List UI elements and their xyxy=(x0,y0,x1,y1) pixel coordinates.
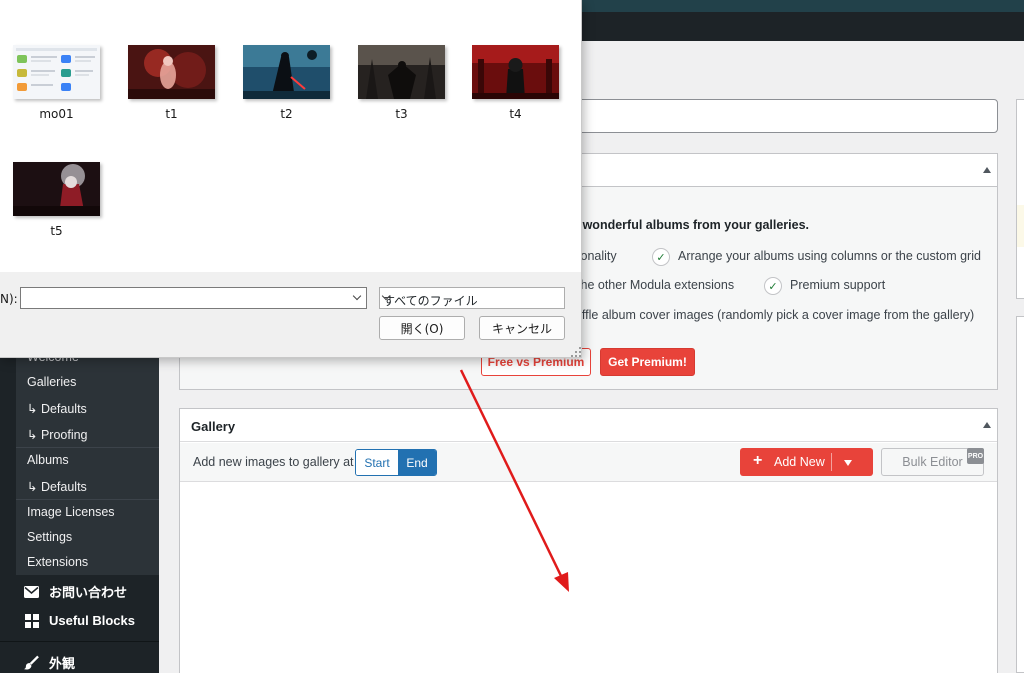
caret-down-icon[interactable] xyxy=(844,460,852,466)
gallery-panel-header: Gallery xyxy=(180,409,997,442)
bulk-editor-label: Bulk Editor xyxy=(902,455,963,469)
submenu-item-extensions[interactable]: Extensions xyxy=(27,555,88,569)
gallery-title-input[interactable] xyxy=(560,99,998,133)
notice-band xyxy=(1017,205,1024,247)
add-new-label: Add New xyxy=(774,455,825,469)
position-end-button[interactable]: End xyxy=(398,450,436,475)
submenu-item-galleries[interactable]: Galleries xyxy=(27,375,76,389)
submenu-item-settings[interactable]: Settings xyxy=(27,530,72,544)
submenu-item-album-defaults[interactable]: ↳ Defaults xyxy=(27,479,87,494)
check-icon: ✓ xyxy=(652,248,670,266)
dialog-footer xyxy=(0,272,581,357)
file-thumbnail[interactable] xyxy=(358,45,445,99)
filename-label: N): xyxy=(0,292,18,306)
menu-item-label: Useful Blocks xyxy=(49,613,135,628)
resize-grip[interactable] xyxy=(571,347,581,357)
gallery-toolbar: Add new images to gallery at Start End +… xyxy=(180,443,997,482)
cancel-button[interactable]: キャンセル xyxy=(479,316,565,340)
file-name: t2 xyxy=(280,107,293,121)
filetype-select[interactable]: すべてのファイル xyxy=(379,287,565,309)
add-new-button[interactable]: + Add New xyxy=(740,448,873,476)
publish-metabox-edge xyxy=(1016,99,1024,299)
file-name: t1 xyxy=(165,107,178,121)
submenu-item-image-licenses[interactable]: Image Licenses xyxy=(27,505,115,519)
upsell-feature: huffle album cover images (randomly pick… xyxy=(568,308,975,322)
gallery-panel-title: Gallery xyxy=(191,419,236,434)
upsell-feature: Arrange your albums using columns or the… xyxy=(678,249,981,263)
file-thumbnail[interactable] xyxy=(13,162,100,216)
file-thumbnail[interactable] xyxy=(13,45,100,99)
split-divider xyxy=(831,453,832,471)
submenu-divider xyxy=(16,499,159,500)
submenu-item-proofing[interactable]: ↳ Proofing xyxy=(27,427,88,442)
plus-icon: + xyxy=(753,452,763,469)
get-premium-button[interactable]: Get Premium! xyxy=(600,348,695,376)
upsell-heading: te wonderful albums from your galleries. xyxy=(568,218,810,232)
filetype-value: すべてのファイル xyxy=(383,294,478,308)
position-start-button[interactable]: Start xyxy=(356,450,398,475)
envelope-icon xyxy=(24,584,39,599)
file-thumbnail[interactable] xyxy=(128,45,215,99)
bulk-editor-button[interactable]: Bulk Editor PRO xyxy=(881,448,984,476)
menu-divider xyxy=(0,641,159,642)
file-name: mo01 xyxy=(39,107,74,121)
pro-badge: PRO xyxy=(967,448,984,464)
file-thumbnail[interactable] xyxy=(243,45,330,99)
admin-bar-strip xyxy=(560,0,1024,12)
menu-item-label: お問い合わせ xyxy=(49,585,128,600)
menu-item-contact[interactable]: お問い合わせ xyxy=(24,582,127,601)
grid-icon xyxy=(24,613,39,628)
upsell-feature: ll the other Modula extensions xyxy=(568,278,735,292)
filename-input[interactable] xyxy=(20,287,367,309)
file-open-dialog: mo01 t1 t2 t3 t4 t5 N): すべてのファイル 開く(O) キ… xyxy=(0,0,582,358)
paintbrush-icon xyxy=(24,655,39,670)
file-name: t5 xyxy=(50,224,63,238)
menu-item-label: 外観 xyxy=(49,656,76,671)
file-name: t4 xyxy=(509,107,522,121)
menu-item-appearance[interactable]: 外観 xyxy=(24,653,75,672)
upsell-feature: Premium support xyxy=(790,278,886,292)
side-metabox-edge xyxy=(1016,316,1024,673)
check-icon: ✓ xyxy=(764,277,782,295)
collapse-arrow-icon[interactable] xyxy=(983,422,991,428)
file-name: t3 xyxy=(395,107,408,121)
chevron-down-icon[interactable] xyxy=(352,291,362,301)
submenu-item-gallery-defaults[interactable]: ↳ Defaults xyxy=(27,401,87,416)
gallery-panel: Gallery Add new images to gallery at Sta… xyxy=(179,408,998,673)
open-button[interactable]: 開く(O) xyxy=(379,316,465,340)
add-position-label: Add new images to gallery at xyxy=(193,455,354,469)
menu-item-useful-blocks[interactable]: Useful Blocks xyxy=(24,613,135,628)
file-thumbnail[interactable] xyxy=(472,45,559,99)
submenu-item-albums[interactable]: Albums xyxy=(27,453,69,467)
add-position-toggle: Start End xyxy=(355,449,437,476)
collapse-arrow-icon[interactable] xyxy=(983,167,991,173)
modula-submenu: Welcome Galleries ↳ Defaults ↳ Proofing … xyxy=(16,341,159,575)
submenu-divider xyxy=(16,447,159,448)
